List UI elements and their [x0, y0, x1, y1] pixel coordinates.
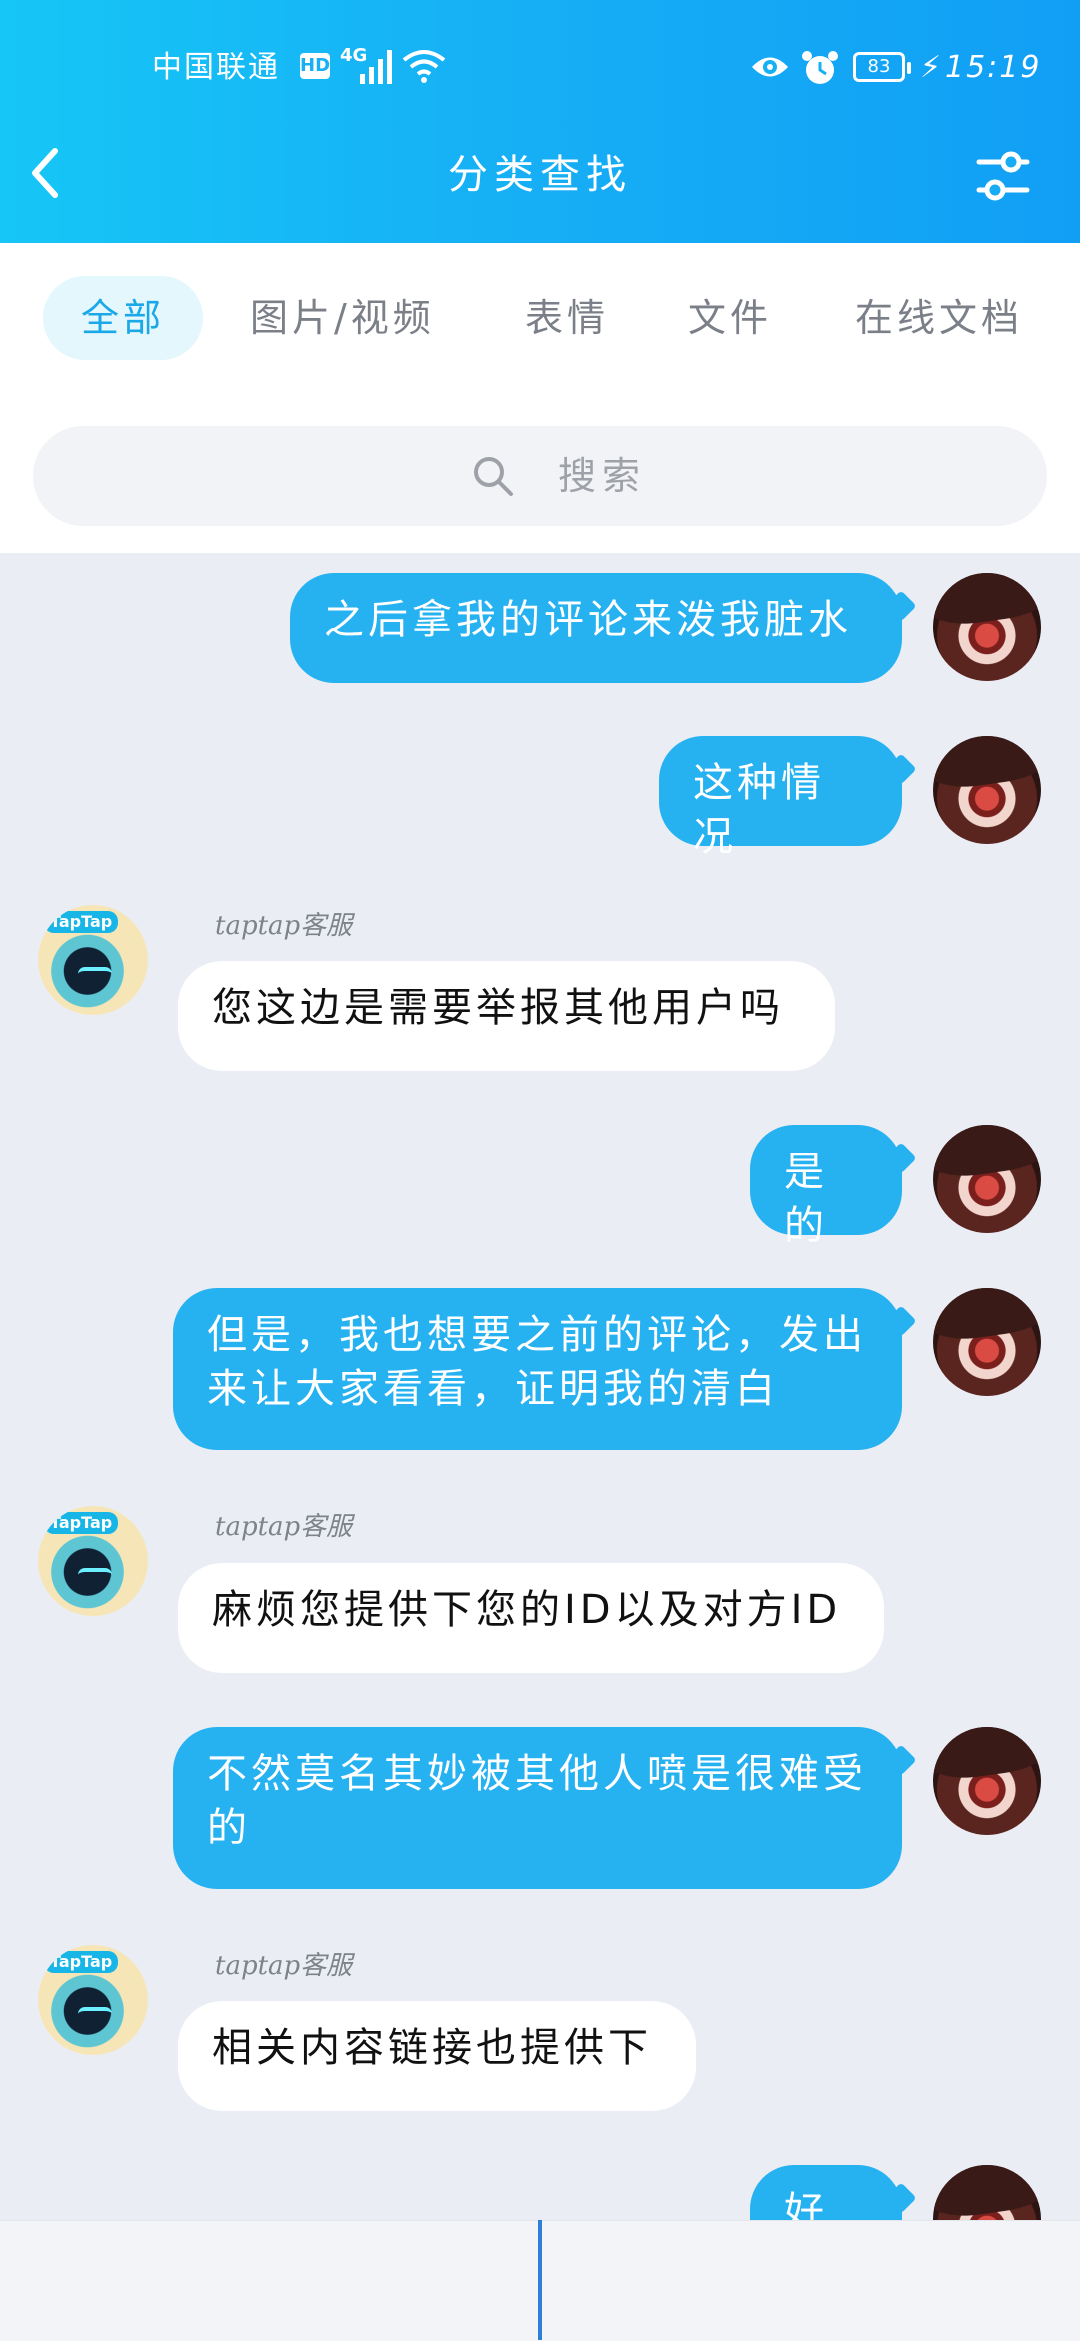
taptap-badge: TapTap [44, 1951, 119, 1973]
search-placeholder: 搜索 [558, 454, 647, 498]
taptap-badge: TapTap [44, 1512, 119, 1534]
avatar[interactable]: TapTap [38, 1506, 148, 1616]
tab-files[interactable]: 文件 [688, 276, 772, 360]
sender-name: taptap客服 [215, 911, 353, 941]
signal-icon [360, 50, 392, 84]
text-cursor [538, 2220, 542, 2340]
carrier-label: 中国联通 [152, 50, 280, 85]
avatar[interactable] [933, 1125, 1041, 1233]
avatar[interactable]: TapTap [38, 1945, 148, 2055]
bot-eyes [78, 1568, 112, 1582]
wifi-icon [402, 50, 446, 83]
avatar[interactable] [933, 1727, 1041, 1835]
hd-badge: HD [300, 53, 330, 79]
tab-online-docs[interactable]: 在线文档 [855, 276, 1023, 360]
status-bar: 中国联通 HD 4G 83 ⚡ 15:19 [0, 38, 1080, 98]
avatar[interactable] [933, 1288, 1041, 1396]
avatar[interactable] [933, 736, 1041, 844]
sliders-icon[interactable] [975, 148, 1031, 204]
message-bubble[interactable]: 相关内容链接也提供下 [178, 2001, 696, 2111]
bot-eyes [78, 2007, 112, 2021]
avatar[interactable]: TapTap [38, 905, 148, 1015]
alarm-icon [802, 51, 838, 84]
header: 中国联通 HD 4G 83 ⚡ 15:19 分类查找 [0, 0, 1080, 243]
avatar[interactable] [933, 573, 1041, 681]
page-title: 分类查找 [448, 152, 632, 198]
search-icon [474, 457, 513, 496]
tab-all[interactable]: 全部 [43, 276, 203, 360]
message-bubble[interactable]: 但是，我也想要之前的评论，发出来让大家看看，证明我的清白 [173, 1288, 902, 1450]
sender-name: taptap客服 [215, 1951, 353, 1981]
eye-icon [752, 57, 788, 77]
sender-name: taptap客服 [215, 1512, 353, 1542]
taptap-badge: TapTap [44, 911, 119, 933]
clock: 15:19 [945, 50, 1042, 85]
message-bubble[interactable]: 之后拿我的评论来泼我脏水 [290, 573, 902, 683]
message-bubble[interactable]: 这种情况 [659, 736, 902, 860]
tab-stickers[interactable]: 表情 [525, 276, 609, 360]
bot-eyes [78, 967, 112, 981]
message-bubble[interactable]: 是的 [750, 1125, 902, 1249]
message-bubble[interactable]: 不然莫名其妙被其他人喷是很难受的 [173, 1727, 902, 1889]
avatar[interactable] [933, 2165, 1041, 2220]
tab-media[interactable]: 图片/视频 [250, 276, 435, 360]
battery-indicator: 83 [853, 52, 911, 82]
message-bubble[interactable]: 好的 [750, 2165, 902, 2220]
search-input[interactable]: 搜索 [33, 426, 1047, 526]
category-tabs: 全部 图片/视频 表情 文件 在线文档 搜索 [0, 243, 1080, 553]
message-bubble[interactable]: 您这边是需要举报其他用户吗 [178, 961, 835, 1071]
message-bubble[interactable]: 麻烦您提供下您的ID以及对方ID [178, 1563, 884, 1673]
bolt-icon: ⚡ [920, 50, 942, 85]
chat-list[interactable]: 之后拿我的评论来泼我脏水 这种情况 TapTap taptap客服 您这边是需要… [0, 553, 1080, 2220]
